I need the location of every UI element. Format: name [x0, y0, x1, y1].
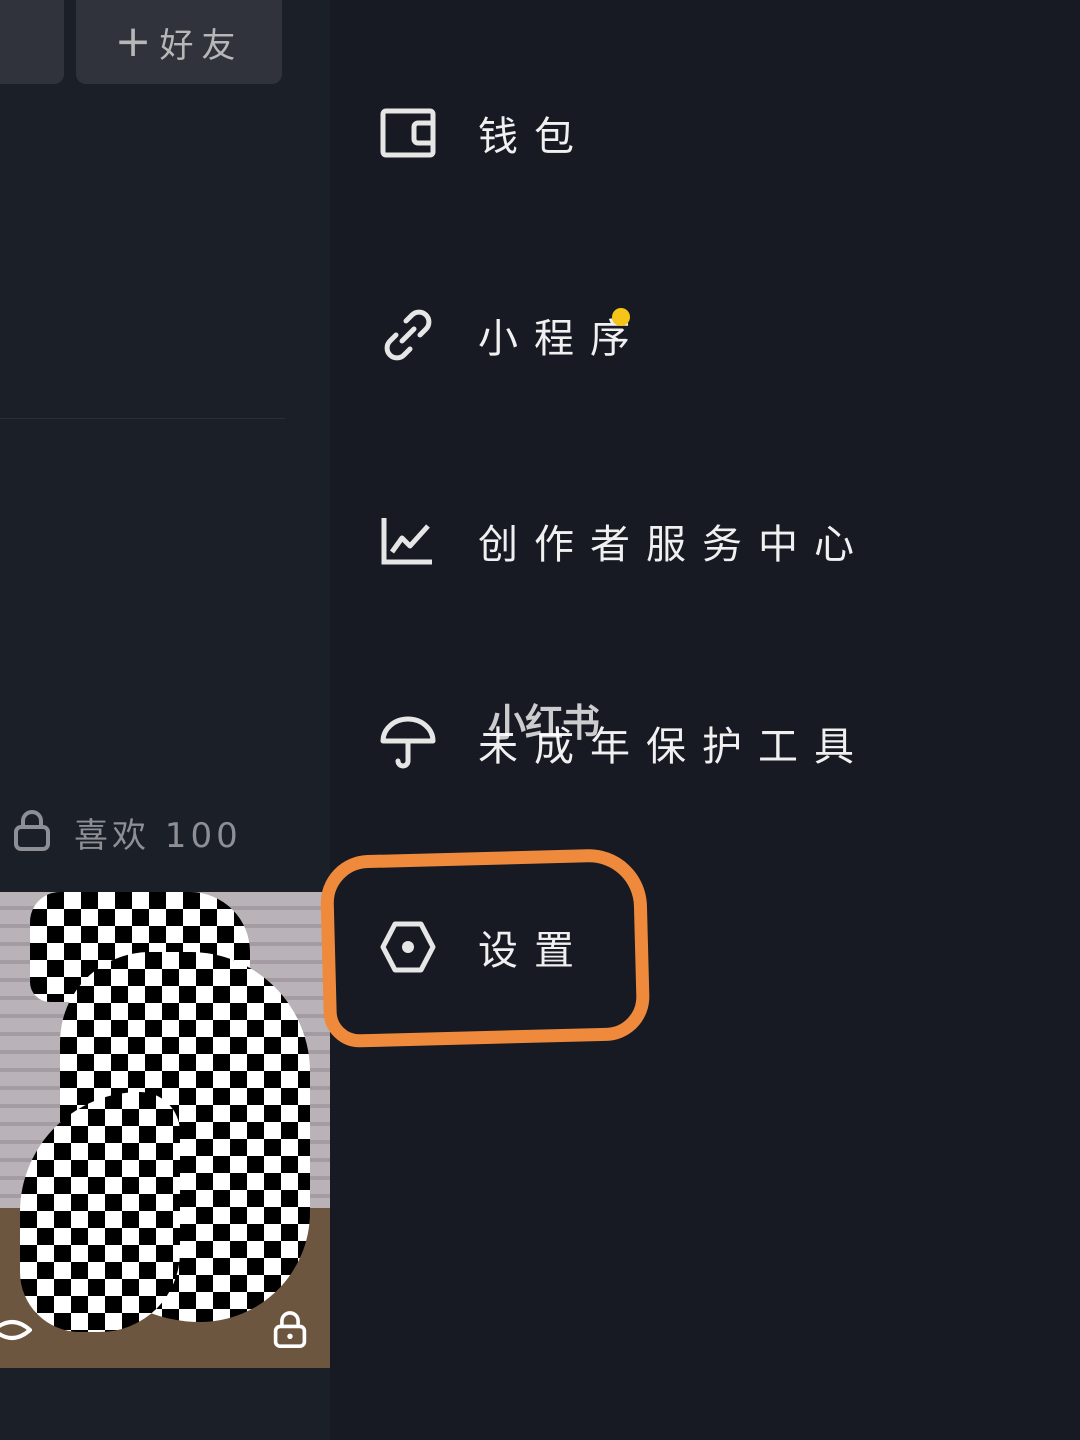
- menu-item-wallet[interactable]: 钱包: [380, 104, 590, 162]
- chart-line-icon: [380, 513, 436, 569]
- profile-page-background: + 好友 喜欢 100: [0, 0, 330, 1440]
- menu-item-settings[interactable]: 设置: [380, 918, 590, 976]
- likes-label: 喜欢 100: [74, 816, 242, 856]
- add-friend-button[interactable]: + 好友: [76, 0, 282, 84]
- add-friend-label: 好友: [159, 25, 244, 66]
- lock-icon: [272, 1310, 308, 1354]
- lock-icon: [12, 809, 52, 857]
- likes-tab[interactable]: 喜欢 100: [12, 808, 242, 857]
- divider: [0, 418, 285, 419]
- plus-icon: +: [114, 16, 152, 67]
- menu-item-minor-protection[interactable]: 未成年保护工具: [380, 714, 870, 772]
- side-drawer-menu: 钱包 小程序 创作者服务中心 未成年保护工具 小红书 设置: [319, 0, 1080, 1440]
- eye-icon: [0, 1310, 34, 1354]
- menu-label: 设置: [478, 928, 590, 974]
- note-cover-thumbnail[interactable]: [0, 892, 330, 1368]
- notification-dot: [612, 308, 630, 326]
- menu-label: 创作者服务中心: [478, 522, 870, 568]
- privacy-mosaic: [20, 1092, 180, 1332]
- watermark-logo: 小红书: [488, 701, 600, 745]
- menu-label: 钱包: [478, 114, 590, 160]
- menu-item-mini-programs[interactable]: 小程序: [380, 306, 646, 364]
- wallet-icon: [380, 105, 436, 161]
- hexagon-settings-icon: [380, 919, 436, 975]
- link-icon: [380, 307, 436, 363]
- edit-profile-button[interactable]: [0, 0, 64, 84]
- umbrella-icon: [380, 715, 436, 771]
- menu-item-creator-center[interactable]: 创作者服务中心: [380, 512, 870, 570]
